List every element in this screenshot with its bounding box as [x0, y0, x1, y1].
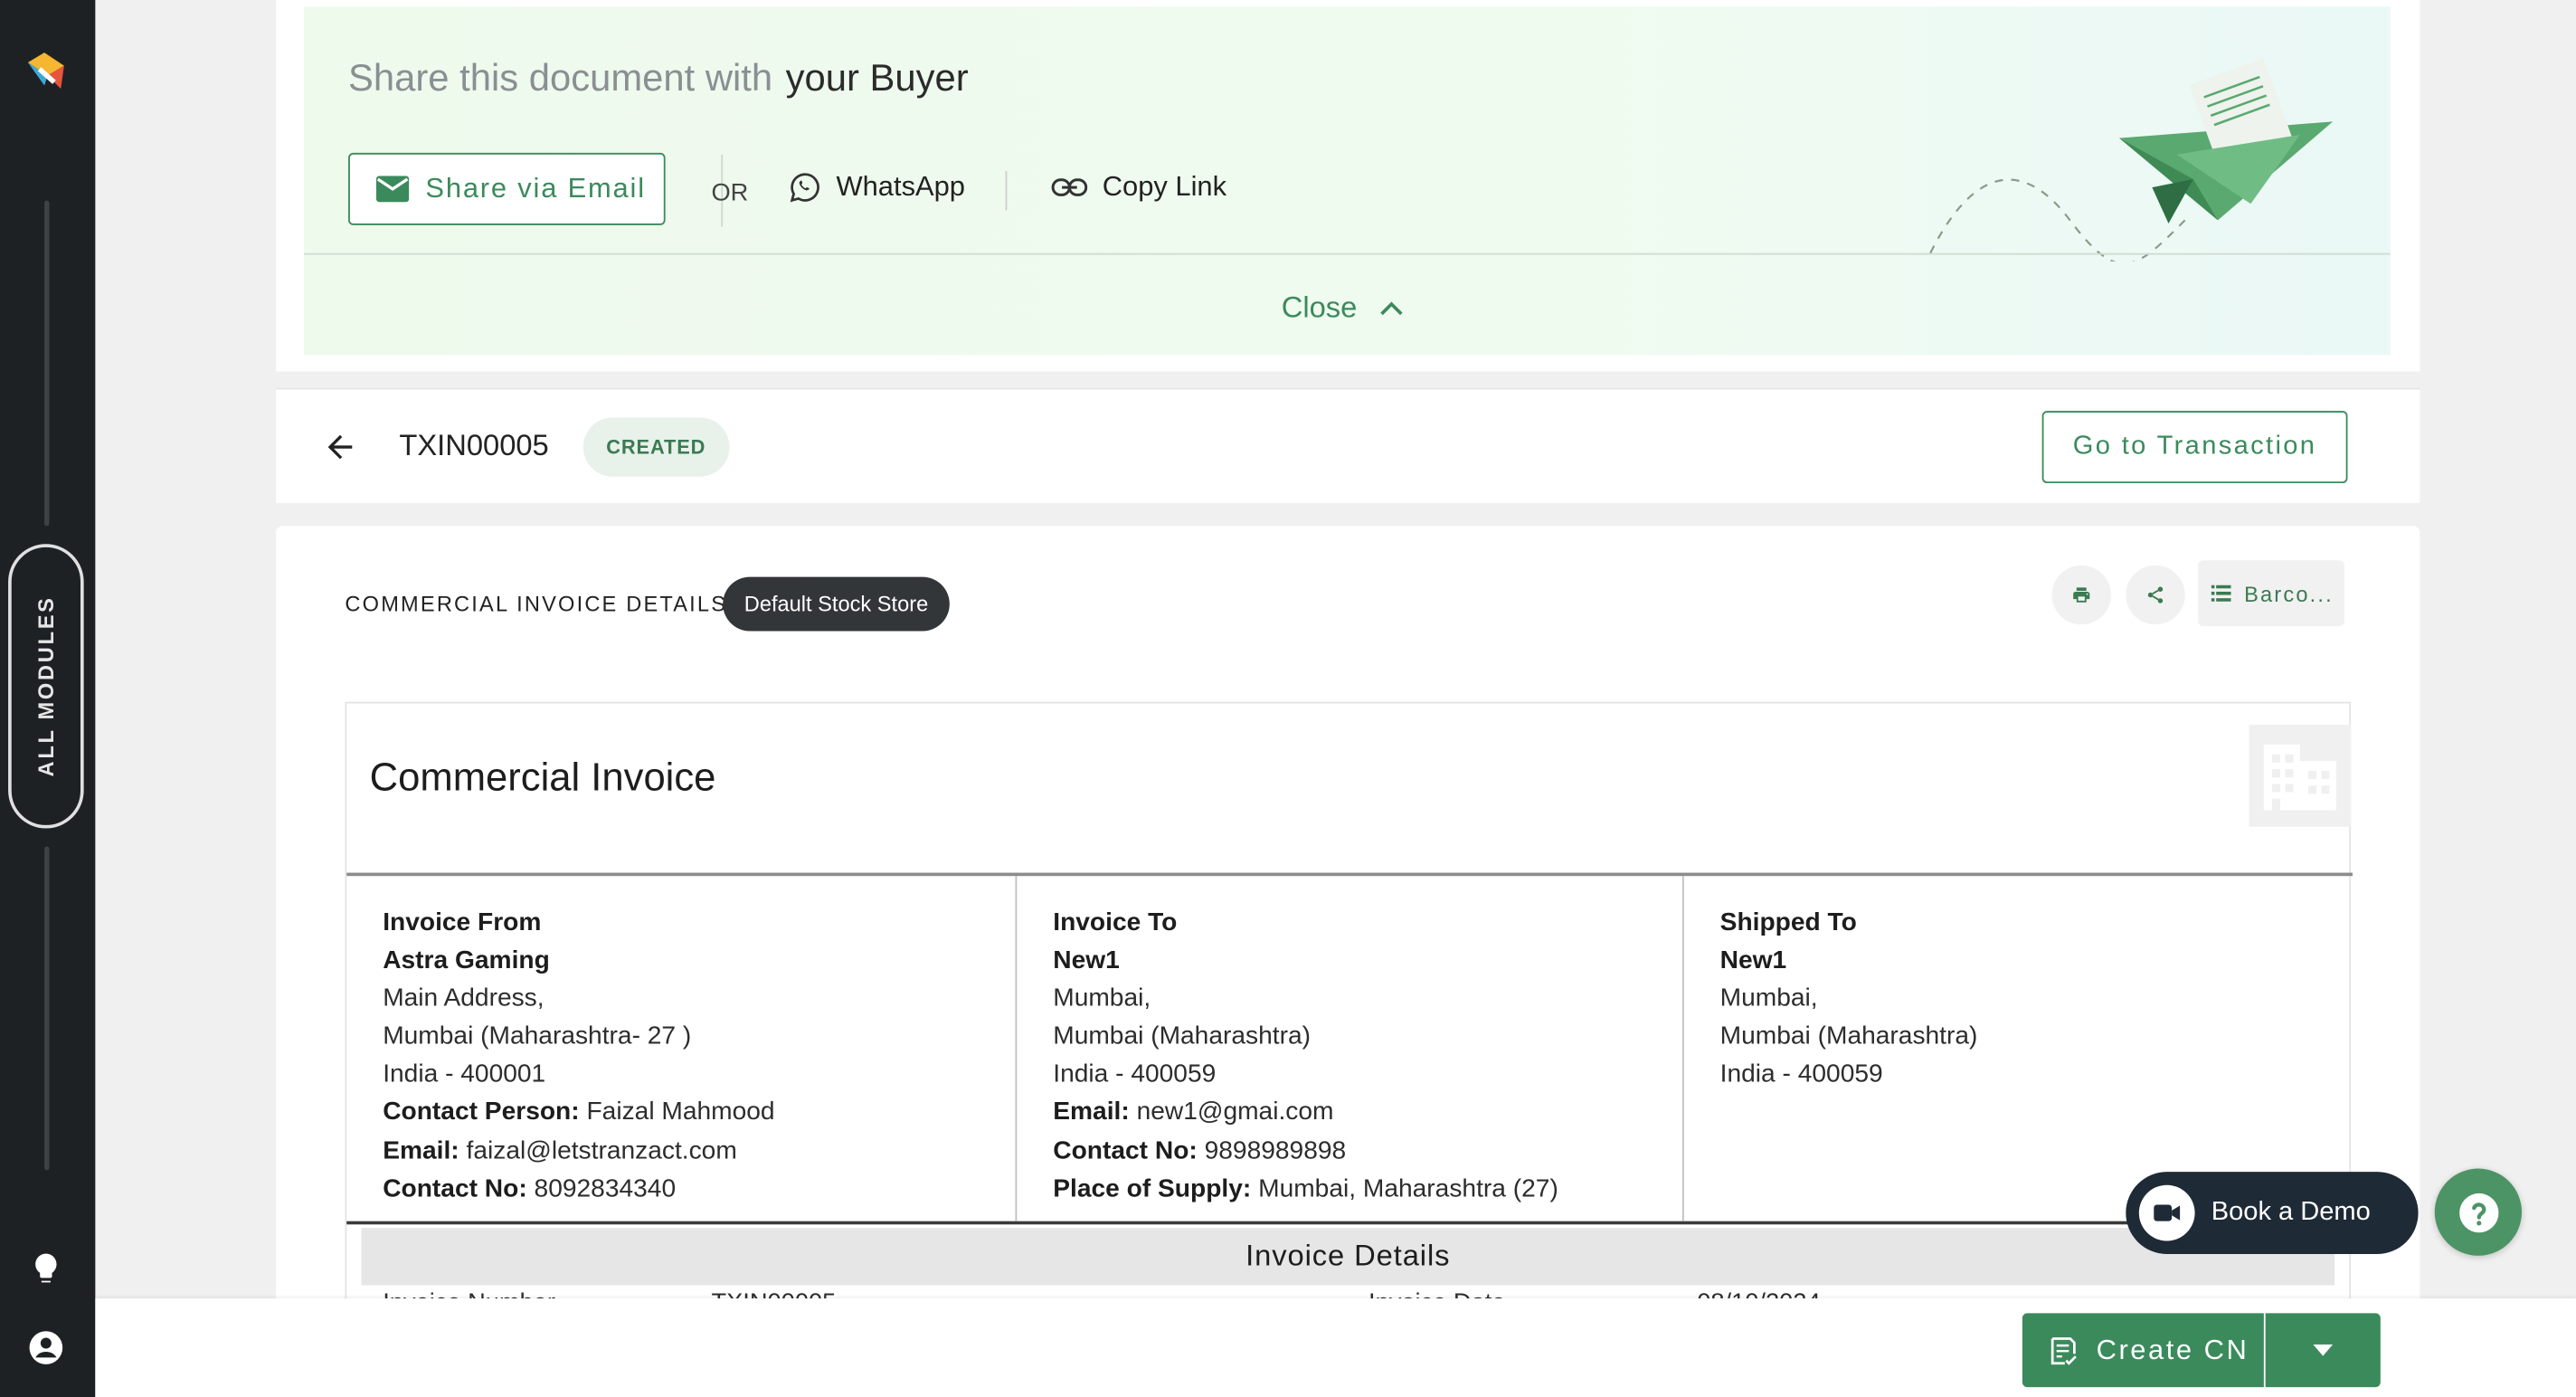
- create-cn-button[interactable]: Create CN: [2022, 1313, 2264, 1388]
- caret-down-icon: [2313, 1344, 2334, 1356]
- help-icon: [2458, 1193, 2498, 1232]
- invoice-from-contact-person: Contact Person: Faizal Mahmood: [383, 1094, 979, 1132]
- close-label: Close: [1281, 290, 1358, 324]
- transaction-header: TXIN00005 CREATED Go to Transaction: [276, 387, 2420, 503]
- video-camera-icon: [2138, 1184, 2195, 1241]
- printer-icon: [2073, 587, 2090, 603]
- whatsapp-icon: [790, 173, 819, 203]
- from-contact-no-value: 8092834340: [534, 1174, 677, 1203]
- all-modules-label: ALL MODULES: [33, 595, 59, 777]
- invoice-to-contact-no: Contact No: 9898989898: [1053, 1132, 1646, 1170]
- to-contact-no-label: Contact No:: [1053, 1136, 1198, 1165]
- link-icon: [1051, 178, 1088, 196]
- to-contact-no-value: 9898989898: [1204, 1136, 1347, 1165]
- status-badge: CREATED: [582, 417, 729, 477]
- invoice-from-heading: Invoice From: [383, 908, 542, 937]
- invoice-from-line3: India - 400001: [383, 1060, 546, 1089]
- invoice-to-line3: India - 400059: [1053, 1060, 1217, 1089]
- stock-store-chip[interactable]: Default Stock Store: [723, 576, 950, 632]
- shipped-to-heading: Shipped To: [1719, 908, 1857, 937]
- from-contact-no-label: Contact No:: [383, 1174, 527, 1203]
- shipped-to-column: Shipped To New1 Mumbai, Mumbai (Maharash…: [1681, 876, 2349, 1221]
- share-title-prefix: Share this document with: [348, 55, 773, 99]
- or-label: OR: [711, 178, 749, 207]
- invoice-to-line2: Mumbai (Maharashtra): [1053, 1022, 1312, 1051]
- invoice-to-place-of-supply: Place of Supply: Mumbai, Maharashtra (27…: [1053, 1170, 1646, 1208]
- invoice-document: Commercial Invoice Invoice From Astra Ga…: [345, 701, 2353, 1360]
- to-email-value: new1@gmai.com: [1136, 1098, 1334, 1127]
- link-divider: [1005, 170, 1008, 211]
- mail-icon: [375, 176, 410, 203]
- sidebar-rail-top: [44, 200, 50, 527]
- contact-person-label: Contact Person:: [383, 1098, 580, 1127]
- place-of-supply-label: Place of Supply:: [1053, 1174, 1252, 1203]
- lightbulb-icon[interactable]: [28, 1250, 64, 1287]
- document-edit-icon: [2050, 1336, 2077, 1364]
- share-whatsapp-button[interactable]: WhatsApp: [789, 171, 965, 204]
- invoice-title: Commercial Invoice: [369, 756, 716, 801]
- app-logo[interactable]: [22, 46, 71, 95]
- app-page: ALL MODULES Share this document with your…: [0, 0, 2576, 1397]
- invoice-from-name: Astra Gaming: [383, 946, 550, 975]
- share-email-button[interactable]: Share via Email: [348, 152, 666, 225]
- close-share-button[interactable]: Close: [1282, 291, 1403, 326]
- create-cn-label: Create CN: [2096, 1334, 2249, 1365]
- share-title-target: your Buyer: [785, 55, 969, 99]
- from-email-value: faizal@letstranzact.com: [466, 1136, 737, 1165]
- go-to-transaction-button[interactable]: Go to Transaction: [2041, 411, 2348, 484]
- shipped-to-line2: Mumbai (Maharashtra): [1719, 1022, 1978, 1051]
- share-title: Share this document with your Buyer: [348, 56, 969, 100]
- create-cn-dropdown[interactable]: [2265, 1313, 2381, 1388]
- list-icon: [2211, 584, 2231, 602]
- book-demo-label: Book a Demo: [2211, 1198, 2371, 1227]
- invoice-from-contact-no: Contact No: 8092834340: [383, 1170, 979, 1208]
- share-banner: Share this document with your Buyer Share…: [304, 6, 2391, 356]
- shipped-to-line3: India - 400059: [1719, 1060, 1883, 1089]
- help-button[interactable]: [2434, 1168, 2523, 1256]
- invoice-to-line1: Mumbai,: [1053, 984, 1151, 1013]
- share-panel: Share this document with your Buyer Share…: [276, 0, 2420, 372]
- invoice-to-heading: Invoice To: [1053, 908, 1178, 937]
- place-of-supply-value: Mumbai, Maharashtra (27): [1258, 1174, 1558, 1203]
- contact-person-value: Faizal Mahmood: [586, 1098, 775, 1127]
- back-arrow-icon[interactable]: [322, 429, 358, 465]
- shipped-to-name: New1: [1719, 946, 1787, 975]
- share-whatsapp-label: WhatsApp: [836, 170, 965, 203]
- invoice-from-email: Email: faizal@letstranzact.com: [383, 1132, 979, 1170]
- invoice-details-heading: Invoice Details: [361, 1227, 2334, 1286]
- transaction-id: TXIN00005: [399, 429, 549, 462]
- paper-plane-illustration: [1929, 58, 2334, 261]
- to-email-label: Email:: [1053, 1098, 1130, 1127]
- print-button[interactable]: [2051, 565, 2111, 625]
- address-row: Invoice From Astra Gaming Main Address, …: [346, 872, 2353, 1225]
- copy-link-label: Copy Link: [1102, 170, 1227, 203]
- account-icon[interactable]: [28, 1330, 64, 1366]
- invoice-to-email: Email: new1@gmai.com: [1053, 1094, 1646, 1132]
- barcode-button[interactable]: Barco...: [2198, 560, 2344, 627]
- details-section-title: COMMERCIAL INVOICE DETAILS: [345, 591, 728, 617]
- invoice-to-name: New1: [1053, 946, 1120, 975]
- building-icon: [2263, 744, 2336, 811]
- share-icon: [2147, 586, 2164, 603]
- copy-link-button[interactable]: Copy Link: [1051, 171, 1226, 204]
- book-demo-button[interactable]: Book a Demo: [2126, 1172, 2419, 1254]
- invoice-from-column: Invoice From Astra Gaming Main Address, …: [346, 876, 1015, 1221]
- share-button[interactable]: [2126, 565, 2185, 625]
- chevron-up-icon: [1380, 300, 1403, 315]
- invoice-from-line2: Mumbai (Maharashtra- 27 ): [383, 1022, 692, 1051]
- invoice-from-line1: Main Address,: [383, 984, 545, 1013]
- from-email-label: Email:: [383, 1136, 459, 1165]
- company-logo-placeholder: [2249, 725, 2352, 827]
- sidebar: ALL MODULES: [0, 0, 96, 1397]
- share-email-label: Share via Email: [425, 172, 646, 204]
- sidebar-rail-bottom: [44, 846, 50, 1171]
- shipped-to-line1: Mumbai,: [1719, 984, 1818, 1013]
- all-modules-button[interactable]: ALL MODULES: [8, 544, 84, 829]
- invoice-details-card: COMMERCIAL INVOICE DETAILS Default Stock…: [276, 526, 2420, 1397]
- barcode-label: Barco...: [2244, 581, 2334, 606]
- bottom-action-bar: Create CN: [95, 1298, 2576, 1397]
- invoice-to-column: Invoice To New1 Mumbai, Mumbai (Maharash…: [1015, 876, 1681, 1221]
- banner-divider: [304, 252, 2391, 255]
